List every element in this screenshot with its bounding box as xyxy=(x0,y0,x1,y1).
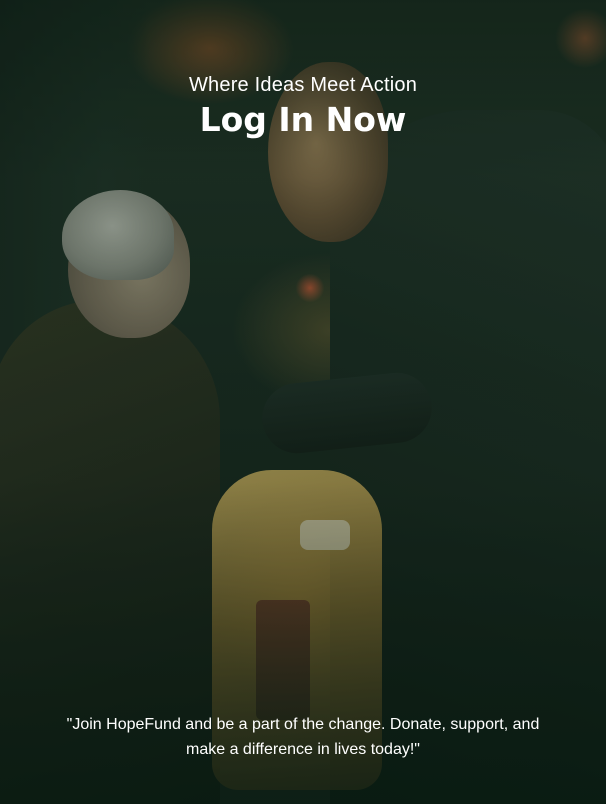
tagline: Where Ideas Meet Action xyxy=(188,74,418,96)
page-title: Log In Now xyxy=(199,100,407,139)
login-hero-panel: Where Ideas Meet Action Log In Now "Join… xyxy=(0,0,606,804)
hero-header: Where Ideas Meet Action Log In Now xyxy=(0,72,606,140)
hero-quote: "Join HopeFund and be a part of the chan… xyxy=(66,716,540,758)
